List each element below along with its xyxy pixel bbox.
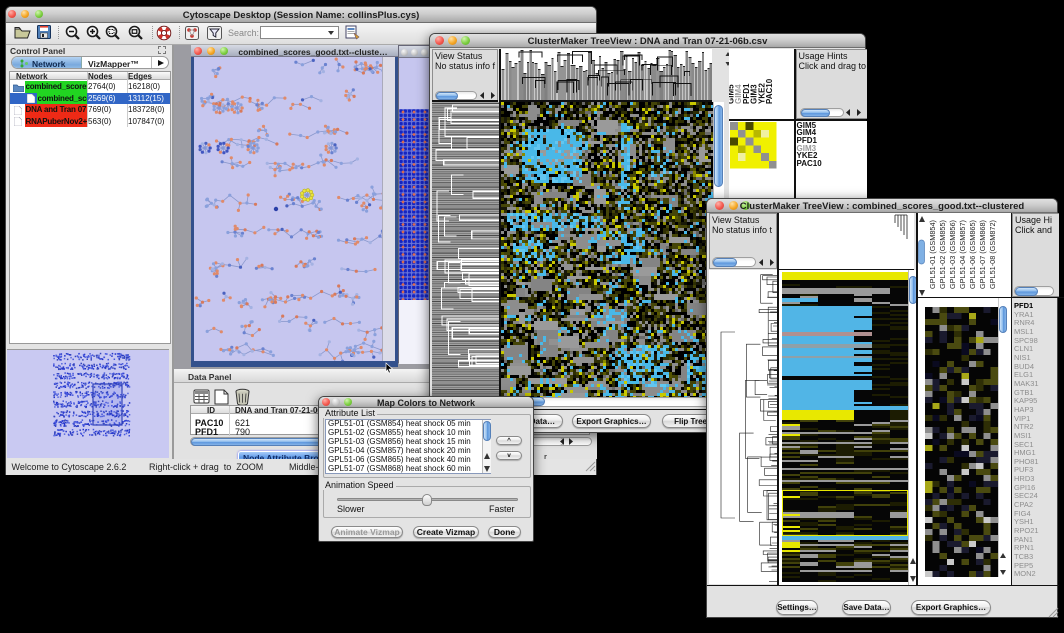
svg-text:PAC10: PAC10 [765,78,774,104]
svg-text:GPL51-01 (GSM854): GPL51-01 (GSM854) [928,220,937,289]
svg-text:GPL51-04 (GSM857): GPL51-04 (GSM857) [958,220,967,289]
svg-text:GPL51-07 (GSM868): GPL51-07 (GSM868) [978,220,987,289]
svg-text:GPL51-06 (GSM865): GPL51-06 (GSM865) [968,220,977,289]
svg-text:GPL51-03 (GSM856): GPL51-03 (GSM856) [948,220,957,289]
svg-text:GPL51-08 (GSM872): GPL51-08 (GSM872) [988,220,997,289]
svg-text:GPL51-02 (GSM855): GPL51-02 (GSM855) [938,220,947,289]
